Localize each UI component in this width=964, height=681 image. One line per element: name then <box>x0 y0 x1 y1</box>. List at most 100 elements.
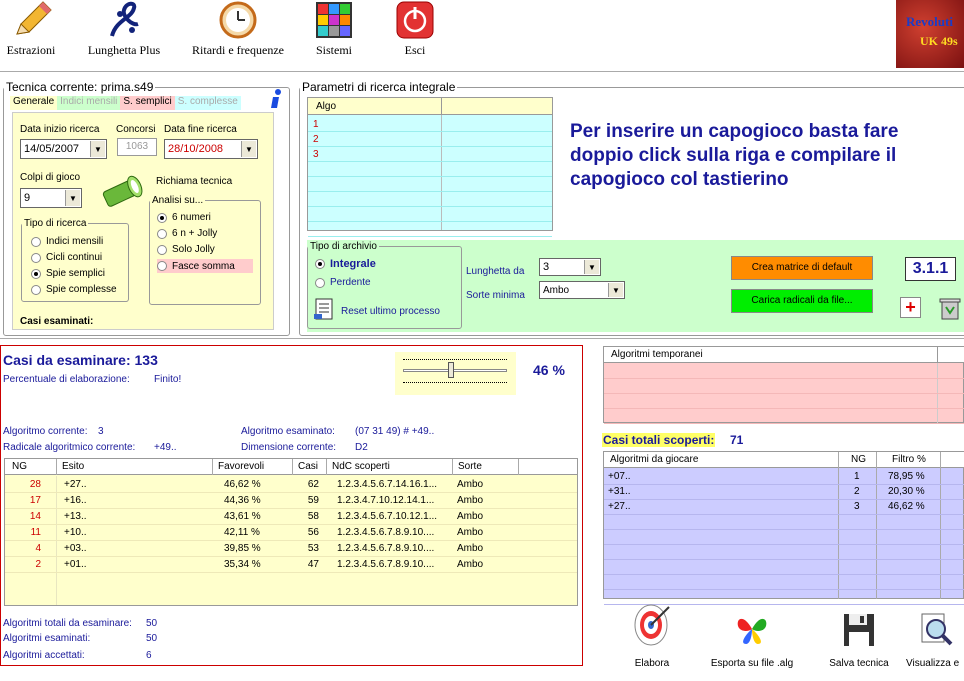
radio-fasce-somma[interactable]: Fasce somma <box>157 259 253 273</box>
ng-cell: 3 <box>854 501 860 512</box>
algo-header: Algo <box>316 101 337 112</box>
algo-corrente-label: Algoritmo corrente: <box>3 426 88 437</box>
results-column-header[interactable]: Favorevoli <box>218 461 264 472</box>
favorevoli-cell: 42,11 % <box>224 527 260 538</box>
results-column-header[interactable]: Esito <box>62 461 84 472</box>
toolbar-button-esci[interactable]: Esci <box>392 0 438 66</box>
results-column-header[interactable]: Sorte <box>458 461 482 472</box>
radio-spie-semplici[interactable]: Spie semplici <box>31 268 105 279</box>
butterfly-icon <box>737 618 767 644</box>
radio-6-numeri[interactable]: 6 numeri <box>157 212 211 223</box>
radio-indici-mensili[interactable]: Indici mensili <box>31 236 103 247</box>
floppy-icon <box>844 614 874 646</box>
table-row[interactable]: 28 +27.. 46,62 % 62 1.2.3.4.5.6.7.14.16.1...… <box>5 479 577 493</box>
grid-line <box>308 236 552 237</box>
grid-line <box>604 544 964 545</box>
column-divider <box>56 459 57 475</box>
toolbar-button-estrazioni[interactable]: Estrazioni <box>0 0 62 66</box>
flashlight-icon[interactable] <box>98 170 148 214</box>
progress-slider[interactable] <box>395 352 516 395</box>
tot-label: Algoritmi totali da esaminare: <box>3 618 132 629</box>
radio-spie-complesse[interactable]: Spie complesse <box>31 284 117 295</box>
visualizza-button[interactable]: Visualizza e <box>904 612 964 673</box>
salva-label: Salva tecnica <box>829 658 889 669</box>
table-row[interactable]: 11 +10.. 42,11 % 56 1.2.3.4.5.6.7.8.9.10....… <box>5 527 577 541</box>
algo-row-number[interactable]: 3 <box>313 149 319 160</box>
results-column-header[interactable]: Casi <box>298 461 318 472</box>
table-row[interactable]: +27.. 3 46,62 % <box>604 501 964 515</box>
lunghetta-combo[interactable]: 3 ▼ <box>539 258 601 276</box>
radio-label: Cicli continui <box>46 252 103 263</box>
table-row[interactable]: 4 +03.. 39,85 % 53 1.2.3.4.5.6.7.8.9.10.... A… <box>5 543 577 557</box>
scoperti-column-header[interactable]: NG <box>851 454 866 465</box>
esporta-button[interactable]: Esporta su file .alg <box>708 610 796 673</box>
tab-indici-mensili[interactable]: Indici mensili <box>57 96 121 110</box>
tab-s-complesse[interactable]: S. complesse <box>174 96 241 110</box>
chevron-down-icon: ▼ <box>241 141 256 157</box>
slider-thumb[interactable] <box>447 362 454 378</box>
acc-label: Algoritmi accettati: <box>3 650 85 661</box>
esito-cell: +13.. <box>64 511 87 522</box>
trash-icon[interactable] <box>937 295 963 321</box>
favorevoli-cell: 46,62 % <box>224 479 261 490</box>
toolbar-button-ritardi[interactable]: Ritardi e frequenze <box>182 0 294 66</box>
add-icon[interactable]: + <box>900 297 921 318</box>
elabora-label: Elabora <box>634 658 670 669</box>
algo-row-number[interactable]: 1 <box>313 119 319 130</box>
toolbar-button-sistemi[interactable]: Sistemi <box>308 0 360 66</box>
table-row[interactable]: 2 +01.. 35,34 % 47 1.2.3.4.5.6.7.8.9.10.... A… <box>5 559 577 573</box>
data-fine-combo[interactable]: 28/10/2008 ▼ <box>164 139 258 159</box>
table-row[interactable]: +07.. 1 78,95 % <box>604 471 964 485</box>
sorte-combo[interactable]: Ambo ▼ <box>539 281 625 299</box>
colpi-combo[interactable]: 9 ▼ <box>20 188 82 208</box>
document-icon[interactable] <box>313 298 335 320</box>
sorte-cell: Ambo <box>457 527 484 538</box>
tipo-legend: Tipo di ricerca <box>24 218 87 229</box>
casi-cell: 56 <box>307 527 319 538</box>
tecnica-tabs: Generale Indici mensili S. semplici S. c… <box>10 96 260 110</box>
algo-grid[interactable] <box>307 97 553 231</box>
grid-line <box>604 559 964 560</box>
grid-line <box>604 574 964 575</box>
results-column-header[interactable]: NG <box>12 461 27 472</box>
radio-6n-jolly[interactable]: 6 n + Jolly <box>157 228 217 239</box>
tab-s-semplici[interactable]: S. semplici <box>120 96 175 110</box>
data-inizio-combo[interactable]: 14/05/2007 ▼ <box>20 139 107 159</box>
reset-label[interactable]: Reset ultimo processo <box>341 306 440 317</box>
table-row[interactable]: 17 +16.. 44,36 % 59 1.2.3.4.7.10.12.14.1... A… <box>5 495 577 509</box>
radio-label: Spie semplici <box>46 268 105 279</box>
ng-cell: 1 <box>854 471 860 482</box>
table-row[interactable]: 14 +13.. 43,61 % 58 1.2.3.4.5.6.7.10.12.1...… <box>5 511 577 525</box>
results-column-header[interactable]: NdC scoperti <box>332 461 390 472</box>
info-icon[interactable] <box>267 88 285 110</box>
tab-generale[interactable]: Generale <box>10 96 58 110</box>
scoperti-column-header[interactable]: Algoritmi da giocare <box>610 454 698 465</box>
data-fine-value: 28/10/2008 <box>168 143 224 155</box>
grid-line <box>308 176 552 177</box>
algo-row-number[interactable]: 2 <box>313 134 319 145</box>
radio-cicli-continui[interactable]: Cicli continui <box>31 252 102 263</box>
grid-line <box>308 146 552 147</box>
toolbar-button-lunghetta-plus[interactable]: Lunghetta Plus <box>78 0 170 66</box>
table-row[interactable]: +31.. 2 20,30 % <box>604 486 964 500</box>
esito-cell: +16.. <box>64 495 87 506</box>
elabora-button[interactable]: Elabora <box>620 603 684 673</box>
radicale-value: +49.. <box>154 442 177 453</box>
radio-perdente[interactable]: Perdente <box>315 277 371 288</box>
ndc-cell: 1.2.3.4.7.10.12.14.1... <box>337 495 435 506</box>
carica-radicali-button[interactable]: Carica radicali da file... <box>731 289 873 313</box>
crea-matrice-button[interactable]: Crea matrice di default <box>731 256 873 280</box>
salva-tecnica-button[interactable]: Salva tecnica <box>822 612 896 673</box>
sorte-cell: Ambo <box>457 559 484 570</box>
toolbar-label: Estrazioni <box>6 43 56 57</box>
favorevoli-cell: 44,36 % <box>224 495 261 506</box>
esporta-label: Esporta su file .alg <box>710 658 794 669</box>
radio-solo-jolly[interactable]: Solo Jolly <box>157 244 215 255</box>
sorte-cell: Ambo <box>457 543 484 554</box>
algo-cell: +27.. <box>608 501 631 512</box>
radio-integrale[interactable]: Integrale <box>315 258 376 270</box>
ng-cell: 11 <box>30 527 41 538</box>
radio-label: Perdente <box>330 277 371 288</box>
logo-subtext: UK 49s <box>920 34 958 48</box>
scoperti-column-header[interactable]: Filtro % <box>892 454 926 465</box>
